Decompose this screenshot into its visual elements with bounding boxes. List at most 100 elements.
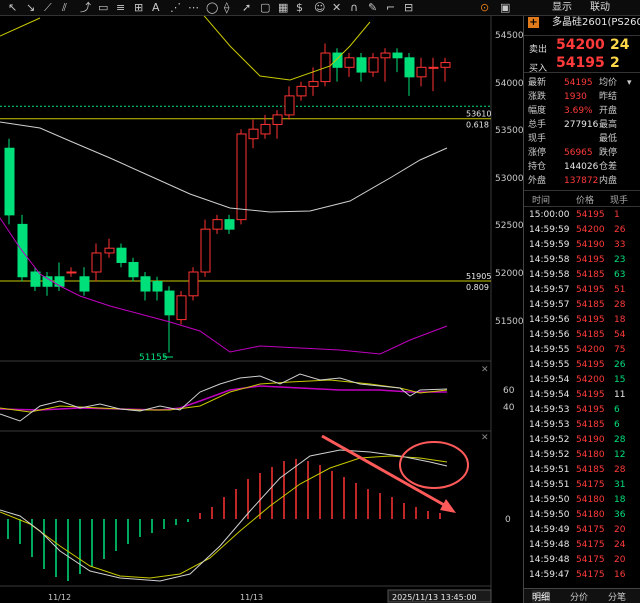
pan-tool-icon[interactable]: ↘ [26,1,35,15]
trades-list[interactable]: 15:00:00 54195 1 14:59:59 54200 26 14:59:59 541… [524,208,640,586]
cursor-tool-icon[interactable]: ↖ [8,1,17,15]
trade-row: 15:00:00 54195 1 [524,208,640,223]
macd-close-icon: ✕ [481,433,489,443]
menu-link[interactable]: 联动 [590,1,610,15]
smile-tool-icon[interactable]: ☺ [314,1,325,15]
trade-row: 14:59:55 54200 75 [524,343,640,358]
trade-price: 54180 [576,450,605,460]
osc-tick: 60 [503,386,515,396]
gann-tool-icon[interactable]: ⊞ [134,1,143,15]
trade-time: 14:59:50 [529,510,570,520]
trade-volume: 26 [614,360,626,370]
trade-volume: 51 [614,285,626,295]
quote-label: 最新 [528,78,547,88]
trade-price: 54185 [576,465,605,475]
trade-price: 54190 [576,435,605,445]
tab-detail[interactable]: 明细 [532,590,551,603]
measure-tool-icon[interactable]: ⋯ [188,1,199,15]
trade-price: 54185 [576,330,605,340]
trade-price: 54195 [576,405,605,415]
trade-price: 54195 [576,360,605,370]
trade-row: 14:59:55 54195 26 [524,358,640,373]
trade-time: 14:59:57 [529,285,570,295]
bid-volume: 2 [610,55,620,71]
trade-price: 54200 [576,225,605,235]
ruler-tool-icon[interactable]: ⌐ [386,1,395,15]
ray-tool-icon[interactable]: ⤴ [80,1,91,15]
svg-text:53610: 53610 [466,110,491,119]
rect-tool-icon[interactable]: ▢ [260,1,270,15]
cross-tool-icon[interactable]: ✕ [332,1,341,15]
quote-value: 277916 [564,120,599,130]
window-icon[interactable]: ▣ [500,1,510,15]
channel-tool-icon[interactable]: ⫽ [62,1,67,15]
svg-text:0.809: 0.809 [466,283,489,292]
trade-volume: 54 [614,330,626,340]
candle-up [188,267,199,301]
trade-time: 14:59:58 [529,270,570,280]
quote-value: 137872 [564,176,599,186]
toolbar: ↖ ↘ ⟋ ⫽ ⤴ ▭ ≡ ⊞ A ⋰ ⋯ ◯ ⟠ ➚ ▢ ▦ $ ☺ ✕ ∩ … [0,0,640,16]
tab-ticks[interactable]: 分笔 [608,590,626,603]
magnet-tool-icon[interactable]: ∩ [350,1,358,15]
arrow-tool-icon[interactable]: ➚ [242,1,251,15]
trade-time: 14:59:49 [529,525,570,535]
trade-time: 14:59:55 [529,345,570,355]
trade-time: 14:59:53 [529,405,570,415]
trade-time: 14:59:54 [529,375,570,385]
dollar-tool-icon[interactable]: $ [296,1,303,15]
trade-row: 14:59:52 54190 28 [524,433,640,448]
tab-price-dist[interactable]: 分价 [570,590,588,603]
trade-row: 14:59:58 54185 63 [524,268,640,283]
trade-row: 14:59:58 54195 23 [524,253,640,268]
quote-value: 1930 [564,92,587,102]
svg-text:51905: 51905 [466,272,491,281]
header-time: 时间 [532,196,551,206]
dropdown-icon[interactable]: ▾ [627,77,632,89]
quote-label: 外盘 [528,176,547,186]
ask-price[interactable]: 54200 [556,37,605,53]
parallel-tool-icon[interactable]: ▭ [98,1,108,15]
fib-tool-icon[interactable]: ≡ [116,1,125,15]
text-tool-icon[interactable]: A [152,1,160,15]
add-icon[interactable]: + [528,17,539,28]
grid-tool-icon[interactable]: ▦ [278,1,288,15]
symbol-header: + 多晶硅2601(PS2601 [524,16,640,30]
trade-row: 14:59:51 54175 31 [524,478,640,493]
trade-row: 14:59:53 54185 6 [524,418,640,433]
quote-label-2: 最低 [599,134,618,144]
trade-volume: 36 [614,510,626,520]
trade-row: 14:59:56 54185 54 [524,328,640,343]
camera-icon[interactable]: ⊙ [480,1,489,15]
bottom-tabs: 明细 分价 分笔 [524,588,640,603]
trade-time: 14:59:52 [529,435,570,445]
trade-time: 14:59:47 [529,570,570,580]
pencil-tool-icon[interactable]: ✎ [368,1,377,15]
trade-row: 14:59:54 54195 11 [524,388,640,403]
svg-text:0.618: 0.618 [466,121,489,130]
candle-up [176,291,187,325]
lock-tool-icon[interactable]: ⊟ [404,1,413,15]
menu-display[interactable]: 显示 [552,1,572,15]
trade-price: 54195 [576,390,605,400]
trade-price: 54175 [576,480,605,490]
trade-row: 14:59:59 54200 26 [524,223,640,238]
trade-price: 54175 [576,540,605,550]
circle-tool-icon[interactable]: ◯ [206,1,218,15]
kline-chart[interactable]: 53610 0.618 51905 0.809 51155 54500 54000 5… [0,16,523,603]
pitchfork-tool-icon[interactable]: ⟠ [224,1,229,15]
trade-volume: 28 [614,435,626,445]
candle-down [17,214,28,282]
line-tool-icon[interactable]: ⟋ [44,1,52,15]
trade-row: 14:59:59 54190 33 [524,238,640,253]
svg-text:51155: 51155 [139,353,168,363]
trade-volume: 12 [614,450,626,460]
trade-volume: 18 [614,495,626,505]
trade-row: 14:59:48 54175 24 [524,538,640,553]
fan-tool-icon[interactable]: ⋰ [170,1,181,15]
trade-price: 54175 [576,555,605,565]
trade-volume: 16 [614,570,626,580]
trade-row: 14:59:54 54200 15 [524,373,640,388]
trade-time: 14:59:54 [529,390,570,400]
bid-price[interactable]: 54195 [556,55,605,71]
